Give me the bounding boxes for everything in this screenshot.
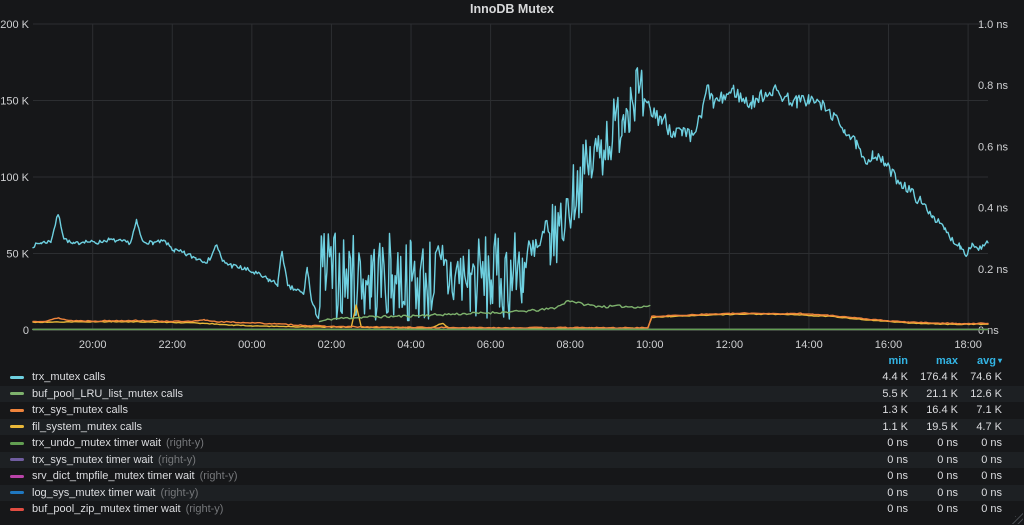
series-color-dash[interactable] <box>10 425 24 429</box>
right-axis-tick-label: 0.4 ns <box>978 203 1008 215</box>
series-label[interactable]: fil_system_mutex calls <box>32 421 142 433</box>
legend-value-avg: 0 ns <box>981 503 1002 516</box>
left-axis-tick-label: 200 K <box>0 19 29 31</box>
legend-value-min: 0 ns <box>887 470 908 483</box>
series-line-trx-mutex-calls <box>32 67 989 322</box>
legend-value-max: 0 ns <box>937 503 958 516</box>
legend-value-avg: 0 ns <box>981 437 1002 450</box>
legend-value-min: 0 ns <box>887 437 908 450</box>
legend-rows: trx_mutex calls 4.4 K 176.4 K 74.6 Kbuf_poo… <box>0 369 1024 518</box>
legend-value-avg: 74.6 K <box>970 371 1002 384</box>
series-line-buf-pool-lru-list-mutex-calls <box>318 299 651 323</box>
left-axis-tick-label: 100 K <box>0 172 29 184</box>
right-axis-tick-label: 1.0 ns <box>978 19 1008 31</box>
legend-sort-avg[interactable]: avg ▾ <box>958 355 1002 367</box>
legend-value-max: 0 ns <box>937 453 958 466</box>
series-label[interactable]: buf_pool_zip_mutex timer wait <box>32 503 181 515</box>
legend-row: trx_mutex calls 4.4 K 176.4 K 74.6 K <box>0 369 1024 386</box>
left-axis-tick-label: 0 <box>23 325 29 337</box>
right-axis-tick-label: 0.8 ns <box>978 80 1008 92</box>
legend-value-min: 5.5 K <box>882 387 908 400</box>
legend-value-avg: 0 ns <box>981 453 1002 466</box>
x-axis-tick-label: 10:00 <box>636 339 664 351</box>
x-axis-tick-label: 14:00 <box>795 339 823 351</box>
legend-row: buf_pool_zip_mutex timer wait (right-y) 0 … <box>0 501 1024 518</box>
legend-value-max: 21.1 K <box>926 387 958 400</box>
series-color-dash[interactable] <box>10 392 24 396</box>
legend-row: log_sys_mutex timer wait (right-y) 0 ns 0 n… <box>0 484 1024 501</box>
panel-resize-handle[interactable] <box>1012 513 1023 524</box>
legend-header: min max avg ▾ <box>0 352 1024 369</box>
series-label[interactable]: trx_undo_mutex timer wait <box>32 437 161 449</box>
x-axis-tick-label: 08:00 <box>556 339 584 351</box>
grafana-panel: InnoDB Mutex 0 50 K 100 K 150 K 200 K 0 ns 0.2… <box>0 0 1024 525</box>
legend-value-max: 0 ns <box>937 470 958 483</box>
x-axis-tick-label: 04:00 <box>397 339 425 351</box>
legend-table: min max avg ▾ trx_mutex calls 4.4 K 176.4 K… <box>0 352 1024 518</box>
legend-value-max: 0 ns <box>937 486 958 499</box>
series-label[interactable]: srv_dict_tmpfile_mutex timer wait <box>32 470 195 482</box>
legend-value-min: 1.1 K <box>882 420 908 433</box>
series-axis-suffix: (right-y) <box>158 453 196 466</box>
left-axis-tick-label: 50 K <box>6 249 29 261</box>
legend-value-avg: 4.7 K <box>976 420 1002 433</box>
series-color-dash[interactable] <box>10 458 24 462</box>
time-series-chart[interactable]: 0 50 K 100 K 150 K 200 K 0 ns 0.2 ns 0.4 ns 0.6 … <box>0 0 1024 352</box>
legend-sort-min[interactable]: min <box>852 355 908 367</box>
right-axis-tick-label: 0 ns <box>978 325 999 337</box>
legend-row: fil_system_mutex calls 1.1 K 19.5 K 4.7 K <box>0 418 1024 435</box>
legend-sort-max[interactable]: max <box>908 355 958 367</box>
series-axis-suffix: (right-y) <box>199 470 238 483</box>
legend-value-max: 16.4 K <box>926 404 958 417</box>
legend-row: srv_dict_tmpfile_mutex timer wait (right-… <box>0 468 1024 485</box>
series-color-dash[interactable] <box>10 375 24 379</box>
series-color-dash[interactable] <box>10 408 24 412</box>
series-color-dash[interactable] <box>10 441 24 445</box>
legend-value-avg: 12.6 K <box>970 387 1002 400</box>
series-label[interactable]: buf_pool_LRU_list_mutex calls <box>32 388 183 400</box>
series-label[interactable]: trx_sys_mutex timer wait <box>32 454 153 466</box>
legend-value-avg: 7.1 K <box>976 404 1002 417</box>
legend-value-max: 19.5 K <box>926 420 958 433</box>
sort-caret-icon: ▾ <box>997 355 1002 365</box>
legend-row: trx_sys_mutex calls 1.3 K 16.4 K 7.1 K <box>0 402 1024 419</box>
series-color-dash[interactable] <box>10 474 24 478</box>
legend-value-max: 0 ns <box>937 437 958 450</box>
right-axis-tick-label: 0.2 ns <box>978 264 1008 276</box>
panel-title[interactable]: InnoDB Mutex <box>0 0 1024 19</box>
x-axis-tick-label: 06:00 <box>477 339 505 351</box>
legend-value-min: 0 ns <box>887 503 908 516</box>
legend-value-min: 0 ns <box>887 453 908 466</box>
series-label[interactable]: trx_sys_mutex calls <box>32 404 128 416</box>
series-color-dash[interactable] <box>10 491 24 495</box>
x-axis-tick-label: 16:00 <box>875 339 903 351</box>
series-line-trx-sys-mutex-calls <box>32 312 989 330</box>
legend-row: buf_pool_LRU_list_mutex calls 5.5 K 21.1 K… <box>0 385 1024 402</box>
right-axis-tick-label: 0.6 ns <box>978 141 1008 153</box>
legend-row: trx_sys_mutex timer wait (right-y) 0 ns 0 n… <box>0 451 1024 468</box>
x-axis-tick-label: 00:00 <box>238 339 266 351</box>
legend-row: trx_undo_mutex timer wait (right-y) 0 ns 0 … <box>0 435 1024 452</box>
x-axis-tick-label: 22:00 <box>159 339 187 351</box>
legend-value-min: 0 ns <box>887 486 908 499</box>
legend-value-max: 176.4 K <box>920 371 958 384</box>
legend-value-avg: 0 ns <box>981 486 1002 499</box>
series-label[interactable]: trx_mutex calls <box>32 371 105 383</box>
x-axis-tick-label: 20:00 <box>79 339 107 351</box>
series-axis-suffix: (right-y) <box>160 486 199 499</box>
legend-value-avg: 0 ns <box>981 470 1002 483</box>
x-axis-tick-label: 02:00 <box>318 339 346 351</box>
legend-value-min: 4.4 K <box>882 371 908 384</box>
series-label[interactable]: log_sys_mutex timer wait <box>32 487 156 499</box>
legend-sort-avg-label: avg <box>977 354 996 367</box>
series-axis-suffix: (right-y) <box>185 503 224 516</box>
left-axis-tick-label: 150 K <box>0 96 29 108</box>
x-axis-tick-label: 18:00 <box>954 339 982 351</box>
x-axis-tick-label: 12:00 <box>716 339 744 351</box>
series-axis-suffix: (right-y) <box>166 437 204 450</box>
legend-value-min: 1.3 K <box>882 404 908 417</box>
series-color-dash[interactable] <box>10 507 24 511</box>
